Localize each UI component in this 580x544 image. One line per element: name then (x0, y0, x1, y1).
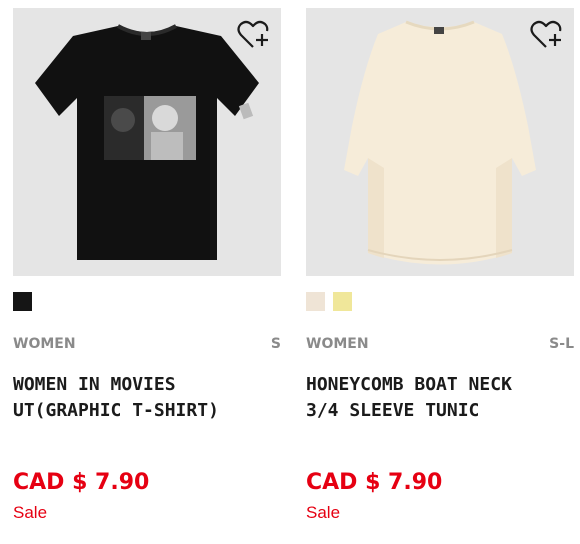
product-meta: WOMEN S (13, 336, 281, 352)
product-name-line-2: 3/4 SLEEVE TUNIC (306, 400, 480, 421)
color-swatch-cream[interactable] (306, 292, 325, 311)
product-sizes: S (270, 336, 281, 352)
product-name[interactable]: WOMEN IN MOVIES UT(GRAPHIC T-SHIRT) (13, 372, 281, 432)
product-card[interactable]: WOMEN S-L HONEYCOMB BOAT NECK 3/4 SLEEVE… (306, 8, 574, 523)
color-swatch-yellow[interactable] (333, 292, 352, 311)
sale-label: Sale (13, 503, 48, 522)
color-swatches (13, 292, 281, 312)
product-image[interactable] (13, 8, 281, 276)
sale-label: Sale (306, 503, 341, 522)
product-image[interactable] (306, 8, 574, 276)
product-name-line-1: HONEYCOMB BOAT NECK (306, 374, 512, 395)
product-name-line-1: WOMEN IN MOVIES (13, 374, 176, 395)
product-category: WOMEN (13, 336, 76, 352)
heart-plus-icon[interactable] (237, 20, 271, 50)
color-swatches (306, 292, 574, 312)
product-name-line-2: UT(GRAPHIC T-SHIRT) (13, 400, 219, 421)
heart-plus-icon[interactable] (530, 20, 564, 50)
color-swatch-black[interactable] (13, 292, 32, 311)
product-sizes: S-L (549, 336, 574, 352)
product-card[interactable]: WOMEN S WOMEN IN MOVIES UT(GRAPHIC T-SHI… (13, 8, 281, 523)
product-price: CAD $ 7.90 (13, 470, 150, 495)
product-name[interactable]: HONEYCOMB BOAT NECK 3/4 SLEEVE TUNIC (306, 372, 574, 432)
product-price: CAD $ 7.90 (306, 470, 443, 495)
product-category: WOMEN (306, 336, 369, 352)
product-meta: WOMEN S-L (306, 336, 574, 352)
